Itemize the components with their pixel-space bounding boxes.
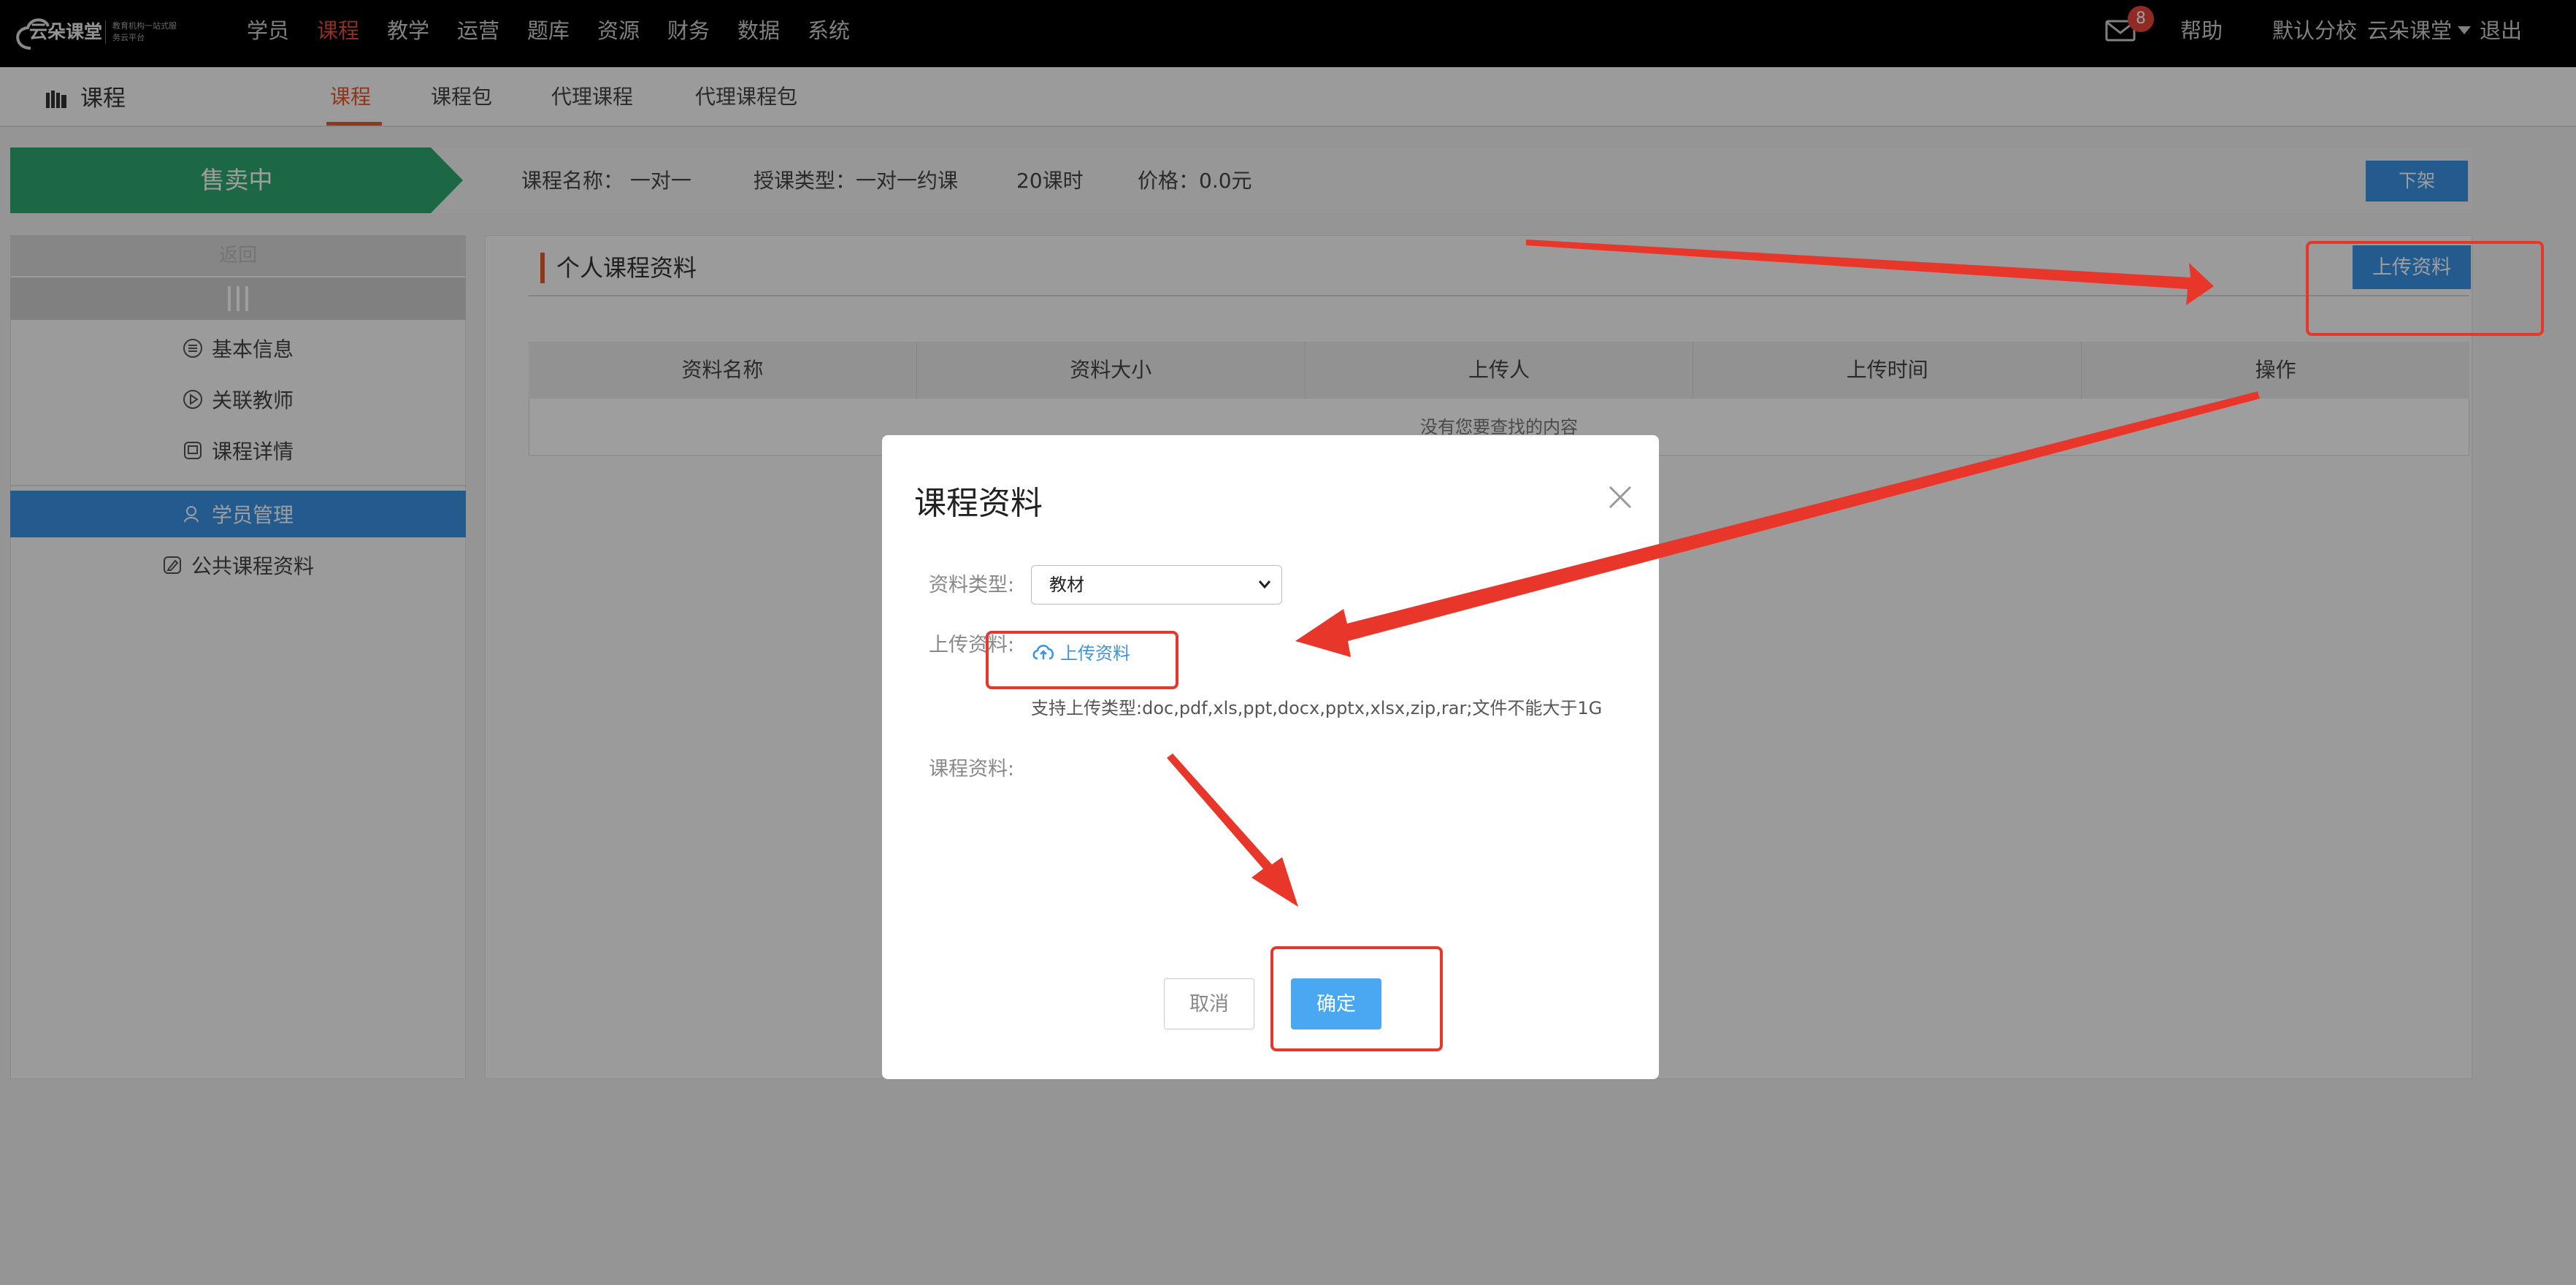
annotation-box-upload-button [2306,241,2544,336]
annotation-box-confirm [1270,946,1443,1051]
cancel-button[interactable]: 取消 [1164,978,1254,1029]
modal-title: 课程资料 [914,485,1043,522]
annotation-box-upload-link [986,631,1178,689]
close-icon[interactable] [1603,480,1637,514]
course-materials-label: 课程资料: [929,758,1015,780]
chevron-down-icon [1257,577,1272,591]
material-type-select[interactable]: 教材 [1031,565,1282,605]
supported-types-hint: 支持上传类型:doc,pdf,xls,ppt,docx,pptx,xlsx,zi… [1031,698,1603,718]
material-type-label: 资料类型: [929,574,1015,597]
